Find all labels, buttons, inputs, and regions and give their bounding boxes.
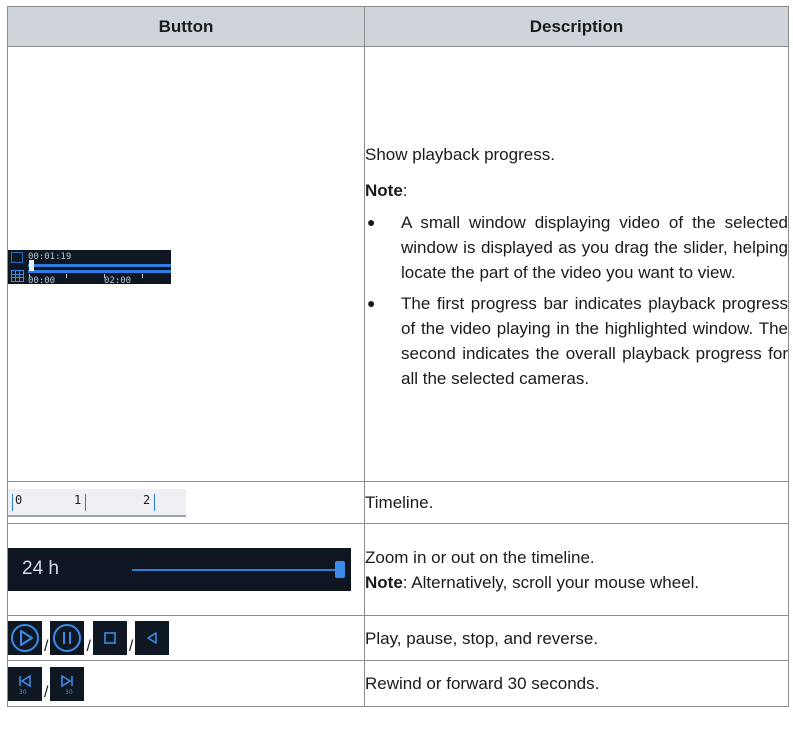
ruler-label: 0 — [15, 492, 23, 507]
overall-progress-bar[interactable] — [28, 270, 171, 273]
reverse-icon[interactable] — [135, 621, 170, 655]
pause-icon[interactable] — [50, 621, 85, 655]
timeline-zoom-widget[interactable]: 24 h — [8, 548, 351, 591]
current-time: 00:01:19 — [28, 252, 72, 262]
tick-label: 00:00 — [28, 276, 56, 286]
stop-icon[interactable] — [92, 621, 127, 655]
ruler-label: 2 — [143, 492, 151, 507]
separator: / — [44, 683, 49, 701]
note-label: Note — [365, 180, 403, 200]
zoom-text: Zoom in or out on the timeline. — [365, 547, 595, 567]
progress-note-list: ● A small window displaying video of the … — [365, 210, 788, 391]
timeline-row: 0 1 2 Timeline. — [7, 481, 789, 524]
timeline-description: Timeline. — [364, 481, 789, 524]
ruler-tick — [85, 493, 86, 511]
timeline-button-cell: 0 1 2 — [7, 481, 365, 524]
zoom-button-cell: 24 h — [7, 523, 365, 616]
zoom-row: 24 h Zoom in or out on the timeline. Not… — [7, 523, 789, 616]
zoom-description: Zoom in or out on the timeline. Note: Al… — [364, 523, 789, 616]
playback-description: Play, pause, stop, and reverse. — [364, 615, 789, 661]
zoom-note-text: : Alternatively, scroll your mouse wheel… — [402, 572, 700, 592]
ruler-tick — [12, 493, 13, 511]
rewind-description: Rewind or forward 30 seconds. — [364, 660, 789, 707]
tick-label: 02:00 — [104, 276, 132, 286]
separator: / — [128, 638, 134, 655]
list-item: ● A small window displaying video of the … — [365, 210, 788, 285]
button-description-table: Button Description 00:01:19 00:00 02:00 … — [7, 6, 789, 707]
bullet-text: The first progress bar indicates playbac… — [401, 293, 788, 388]
rewind-30-icon[interactable]: 30 — [8, 666, 42, 701]
bullet-icon: ● — [367, 294, 376, 311]
list-item: ● The first progress bar indicates playba… — [365, 291, 788, 391]
note-colon: : — [402, 180, 408, 200]
tick-mark — [66, 274, 67, 278]
rewind-row: 30 / 30 Rewind or forward 30 seconds. — [7, 660, 789, 707]
zoom-slider-handle[interactable] — [335, 561, 345, 578]
header-row: Button Description — [7, 6, 789, 47]
zoom-slider-track[interactable] — [132, 569, 335, 571]
note-label: Note — [365, 572, 403, 592]
tick-mark — [142, 274, 143, 278]
multi-window-grid-icon[interactable] — [11, 270, 24, 282]
window-progress-bar[interactable] — [28, 264, 171, 267]
progress-text: Show playback progress. — [365, 144, 555, 164]
header-description: Description — [364, 6, 789, 47]
header-button: Button — [7, 6, 365, 47]
zoom-range-label: 24 h — [22, 558, 59, 579]
forward-seconds: 30 — [65, 689, 73, 695]
progress-button-cell: 00:01:19 00:00 02:00 — [7, 46, 365, 482]
timeline-ruler[interactable]: 0 1 2 — [8, 488, 186, 517]
playback-row: / / / Play, pause, stop, and reverse. — [7, 615, 789, 661]
progress-row: 00:01:19 00:00 02:00 Show playback progr… — [7, 46, 789, 482]
progress-slider-handle[interactable] — [29, 260, 34, 271]
single-window-grid-icon[interactable] — [11, 252, 23, 263]
ruler-tick — [154, 493, 155, 511]
progress-description: Show playback progress. Note: ● A small w… — [364, 46, 789, 482]
bullet-icon: ● — [367, 213, 376, 230]
separator: / — [86, 638, 91, 655]
zoom-note: Note: Alternatively, scroll your mouse w… — [365, 570, 788, 595]
playback-progress-widget[interactable]: 00:01:19 00:00 02:00 — [8, 250, 171, 286]
playback-controls: / / / — [8, 621, 364, 655]
bullet-text: A small window displaying video of the s… — [401, 212, 788, 282]
skip-controls: 30 / 30 — [8, 666, 364, 701]
rewind-seconds: 30 — [19, 689, 27, 695]
ruler-label: 1 — [74, 492, 82, 507]
playback-button-cell: / / / — [7, 615, 365, 661]
progress-note: Note: — [365, 178, 788, 203]
separator: / — [44, 638, 49, 655]
play-icon[interactable] — [8, 621, 42, 655]
rewind-button-cell: 30 / 30 — [7, 660, 365, 707]
forward-30-icon[interactable]: 30 — [50, 666, 85, 701]
